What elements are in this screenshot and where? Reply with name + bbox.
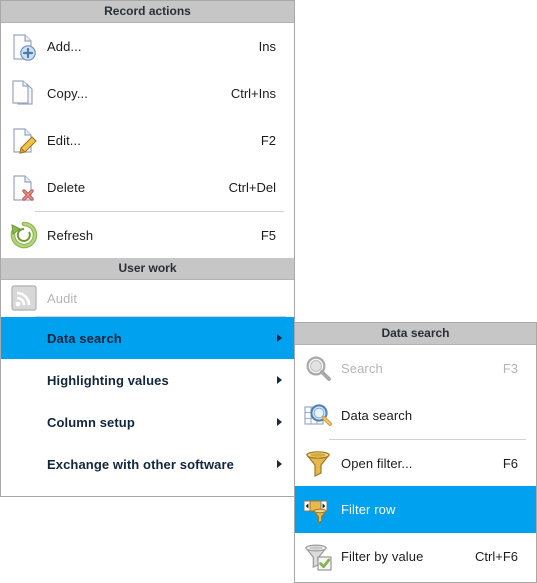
submenu-item-search: Search F3	[295, 345, 536, 392]
submenu-item-filter-row[interactable]: Filter row	[295, 486, 536, 533]
menu-item-highlighting-values[interactable]: Highlighting values	[1, 359, 294, 401]
main-context-menu: Record actions Add... Ins Copy... Ctrl+I…	[0, 0, 295, 497]
menu-item-add-label: Add...	[47, 39, 82, 54]
funnel-check-icon	[295, 533, 341, 580]
menu-item-edit[interactable]: Edit... F2	[1, 117, 294, 164]
empty-icon-slot	[1, 317, 47, 359]
submenu-item-search-accel: F3	[502, 361, 518, 376]
menu-item-exchange-label: Exchange with other software	[47, 456, 235, 472]
empty-icon-slot	[1, 443, 47, 485]
empty-icon-slot	[1, 359, 47, 401]
menu-item-delete-label: Delete	[47, 180, 86, 195]
user-work-header: User work	[1, 258, 294, 280]
submenu-item-open-filter[interactable]: Open filter... F6	[295, 440, 536, 486]
document-delete-icon	[1, 164, 47, 211]
submenu-item-filter-by-value-accel: Ctrl+F6	[475, 549, 518, 564]
submenu-item-filter-by-value-label: Filter by value	[341, 549, 424, 564]
menu-item-edit-label: Edit...	[47, 133, 81, 148]
menu-item-refresh[interactable]: Refresh F5	[1, 212, 294, 258]
menu-item-copy-accel: Ctrl+Ins	[230, 86, 276, 101]
menu-item-copy-label: Copy...	[47, 86, 88, 101]
menu-item-copy[interactable]: Copy... Ctrl+Ins	[1, 70, 294, 117]
filter-row-icon	[295, 486, 341, 533]
refresh-icon	[1, 212, 47, 259]
submenu-item-open-filter-accel: F6	[502, 455, 518, 471]
document-copy-icon	[1, 70, 47, 117]
chevron-right-icon	[277, 460, 282, 468]
data-search-submenu: Data search Search F3 Data search Open f…	[294, 322, 537, 583]
chevron-right-icon	[277, 334, 282, 342]
submenu-item-data-search[interactable]: Data search	[295, 392, 536, 439]
menu-item-column-setup[interactable]: Column setup	[1, 401, 294, 443]
menu-item-exchange-with-other-software[interactable]: Exchange with other software	[1, 443, 294, 485]
submenu-item-filter-row-label: Filter row	[341, 502, 396, 517]
menu-item-delete[interactable]: Delete Ctrl+Del	[1, 164, 294, 211]
menu-item-refresh-label: Refresh	[47, 227, 94, 243]
chevron-right-icon	[277, 418, 282, 426]
submenu-item-filter-by-value[interactable]: Filter by value Ctrl+F6	[295, 533, 536, 580]
menu-item-add-accel: Ins	[258, 39, 276, 54]
menu-item-refresh-accel: F5	[260, 227, 276, 243]
menu-item-delete-accel: Ctrl+Del	[228, 180, 276, 195]
record-actions-header: Record actions	[1, 1, 294, 23]
magnifier-icon	[295, 345, 341, 392]
rss-signal-icon	[1, 280, 47, 316]
menu-item-data-search[interactable]: Data search	[1, 317, 294, 359]
document-add-icon	[1, 23, 47, 70]
menu-item-highlighting-values-label: Highlighting values	[47, 372, 169, 388]
menu-item-audit-label: Audit	[47, 290, 78, 306]
empty-icon-slot	[1, 401, 47, 443]
chevron-right-icon	[277, 376, 282, 384]
document-edit-icon	[1, 117, 47, 164]
menu-item-add[interactable]: Add... Ins	[1, 23, 294, 70]
submenu-item-open-filter-label: Open filter...	[341, 455, 413, 471]
gold-funnel-icon	[295, 440, 341, 487]
data-search-header: Data search	[295, 323, 536, 345]
menu-item-audit: Audit	[1, 280, 294, 316]
submenu-item-data-search-label: Data search	[341, 408, 413, 423]
menu-item-edit-accel: F2	[260, 133, 276, 148]
menu-item-column-setup-label: Column setup	[47, 414, 135, 430]
grid-magnifier-icon	[295, 392, 341, 439]
submenu-item-search-label: Search	[341, 361, 383, 376]
menu-item-data-search-label: Data search	[47, 330, 122, 346]
